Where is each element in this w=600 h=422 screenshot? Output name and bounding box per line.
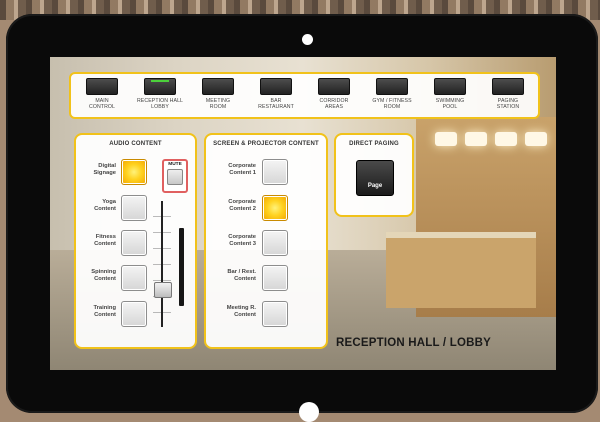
label-line2: Signage (93, 170, 116, 176)
mute-label: MUTE (168, 162, 182, 167)
label-line2: Content (94, 276, 116, 282)
audio-spinning-button[interactable] (121, 265, 147, 291)
nav-label-line2: POOL (442, 104, 458, 110)
screen-label-corporate-3: Corporate Content 3 (210, 234, 256, 248)
audio-label-training: Training Content (80, 305, 116, 319)
nav-label-line2: RESTAURANT (258, 104, 294, 110)
ceiling-light (435, 132, 457, 146)
page-button[interactable]: Page (356, 160, 394, 196)
label-line1: Yoga (102, 199, 116, 205)
audio-training-button[interactable] (121, 301, 147, 327)
ceiling-light (495, 132, 517, 146)
nav-button[interactable] (434, 78, 466, 95)
nav-button[interactable] (86, 78, 118, 95)
label-line2: Content (234, 276, 256, 282)
screen-corporate-3-button[interactable] (262, 230, 288, 256)
nav-label-line2: LOBBY (151, 104, 169, 110)
nav-button[interactable] (318, 78, 350, 95)
nav-label-line2: CONTROL (88, 104, 116, 110)
home-button[interactable] (299, 402, 319, 422)
location-title: RECEPTION HALL / LOBBY (336, 337, 491, 349)
label-line1: Spinning (91, 269, 116, 275)
label-line1: Bar / Rest. (227, 269, 256, 275)
label-line2: Content (234, 312, 256, 318)
audio-content-panel: AUDIO CONTENT Digital Signage Yoga Content… (74, 133, 197, 349)
camera-icon (302, 34, 313, 45)
audio-fitness-button[interactable] (121, 230, 147, 256)
label-line2: Content (94, 312, 116, 318)
nav-button[interactable] (202, 78, 234, 95)
nav-main-control[interactable]: MAIN CONTROL (73, 78, 131, 114)
label-line1: Fitness (95, 234, 116, 240)
screen-corporate-1-button[interactable] (262, 159, 288, 185)
nav-meeting-room[interactable]: MEETING ROOM (189, 78, 247, 114)
nav-button[interactable] (492, 78, 524, 95)
nav-reception-hall[interactable]: RECEPTION HALL LOBBY (131, 78, 189, 114)
mute-button[interactable] (167, 169, 183, 185)
screen-panel-title: SCREEN & PROJECTOR CONTENT (213, 141, 319, 147)
screen-bar-rest-button[interactable] (262, 265, 288, 291)
screen-projector-panel: SCREEN & PROJECTOR CONTENT Corporate Cont… (204, 133, 328, 349)
label-line2: Content (94, 206, 116, 212)
nav-swimming-pool[interactable]: SWIMMING POOL (421, 78, 479, 114)
nav-bar-restaurant[interactable]: BAR RESTAURANT (247, 78, 305, 114)
audio-digital-signage-button[interactable] (121, 159, 147, 185)
audio-label-fitness: Fitness Content (80, 234, 116, 248)
paging-panel-title: DIRECT PAGING (349, 141, 399, 147)
audio-label-digital-signage: Digital Signage (80, 163, 116, 177)
nav-corridor-areas[interactable]: CORRIDOR AREAS (305, 78, 363, 114)
mute-control[interactable]: MUTE (162, 159, 188, 193)
audio-yoga-button[interactable] (121, 195, 147, 221)
audio-label-yoga: Yoga Content (80, 199, 116, 213)
label-line1: Training (93, 305, 116, 311)
label-line2: Content 2 (229, 206, 256, 212)
ceiling-light (525, 132, 547, 146)
nav-label-line2: STATION (496, 104, 520, 110)
nav-button[interactable] (376, 78, 408, 95)
screen-corporate-2-button[interactable] (262, 195, 288, 221)
nav-button-active[interactable] (144, 78, 176, 95)
direct-paging-panel: DIRECT PAGING Page (334, 133, 414, 217)
screen-label-corporate-1: Corporate Content 1 (210, 163, 256, 177)
nav-label-line2: AREAS (324, 104, 344, 110)
label-line1: Corporate (228, 163, 256, 169)
audio-label-spinning: Spinning Content (80, 269, 116, 283)
screen-meeting-r-button[interactable] (262, 301, 288, 327)
nav-paging-station[interactable]: PAGING STATION (479, 78, 537, 114)
reception-counter (386, 232, 536, 308)
label-line1: Digital (98, 163, 116, 169)
audio-panel-title: AUDIO CONTENT (109, 141, 162, 147)
touch-screen: MAIN CONTROL RECEPTION HALL LOBBY MEETING R… (50, 57, 556, 370)
label-line1: Meeting R. (226, 305, 256, 311)
screen-label-bar-rest: Bar / Rest. Content (210, 269, 256, 283)
label-line1: Corporate (228, 234, 256, 240)
volume-slider-thumb[interactable] (154, 282, 172, 298)
volume-level-meter (179, 228, 184, 306)
nav-button[interactable] (260, 78, 292, 95)
nav-label-line2: ROOM (383, 104, 401, 110)
screen-label-meeting-r: Meeting R. Content (210, 305, 256, 319)
volume-slider-track[interactable] (161, 201, 163, 327)
label-line2: Content 1 (229, 170, 256, 176)
screen-label-corporate-2: Corporate Content 2 (210, 199, 256, 213)
ceiling-light (465, 132, 487, 146)
nav-label-line2: ROOM (209, 104, 227, 110)
label-line2: Content 3 (229, 241, 256, 247)
label-line2: Content (94, 241, 116, 247)
nav-gym-fitness[interactable]: GYM / FITNESS ROOM (363, 78, 421, 114)
room-nav-bar: MAIN CONTROL RECEPTION HALL LOBBY MEETING R… (69, 72, 540, 119)
label-line1: Corporate (228, 199, 256, 205)
